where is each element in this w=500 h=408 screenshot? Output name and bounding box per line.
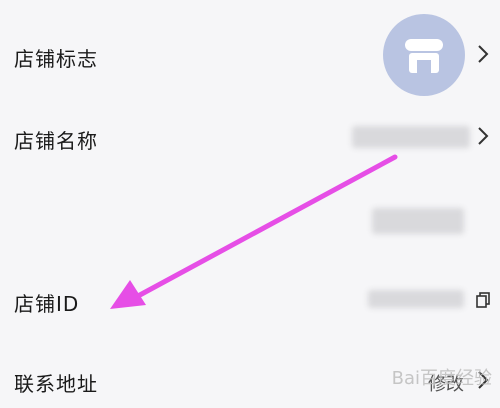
store-name-label: 店铺名称 bbox=[14, 129, 98, 153]
copy-icon[interactable] bbox=[476, 292, 490, 308]
watermark: Bai百度经验 bbox=[391, 368, 492, 389]
store-icon bbox=[405, 39, 443, 73]
contact-address-label: 联系地址 bbox=[14, 372, 98, 396]
row-store-logo[interactable]: 店铺标志 bbox=[0, 0, 500, 112]
store-logo-label: 店铺标志 bbox=[14, 47, 98, 71]
store-id-label: 店铺ID bbox=[14, 292, 80, 316]
store-logo-avatar[interactable] bbox=[383, 14, 465, 96]
chevron-right-icon[interactable] bbox=[476, 44, 490, 64]
chevron-right-icon[interactable] bbox=[476, 126, 490, 146]
store-name-value-blurred bbox=[352, 126, 470, 148]
store-id-value-blurred bbox=[368, 290, 464, 308]
row-store-name[interactable]: 店铺名称 bbox=[0, 112, 500, 234]
row-store-id: 店铺ID bbox=[0, 280, 500, 330]
store-name-tag-blurred bbox=[372, 208, 464, 234]
